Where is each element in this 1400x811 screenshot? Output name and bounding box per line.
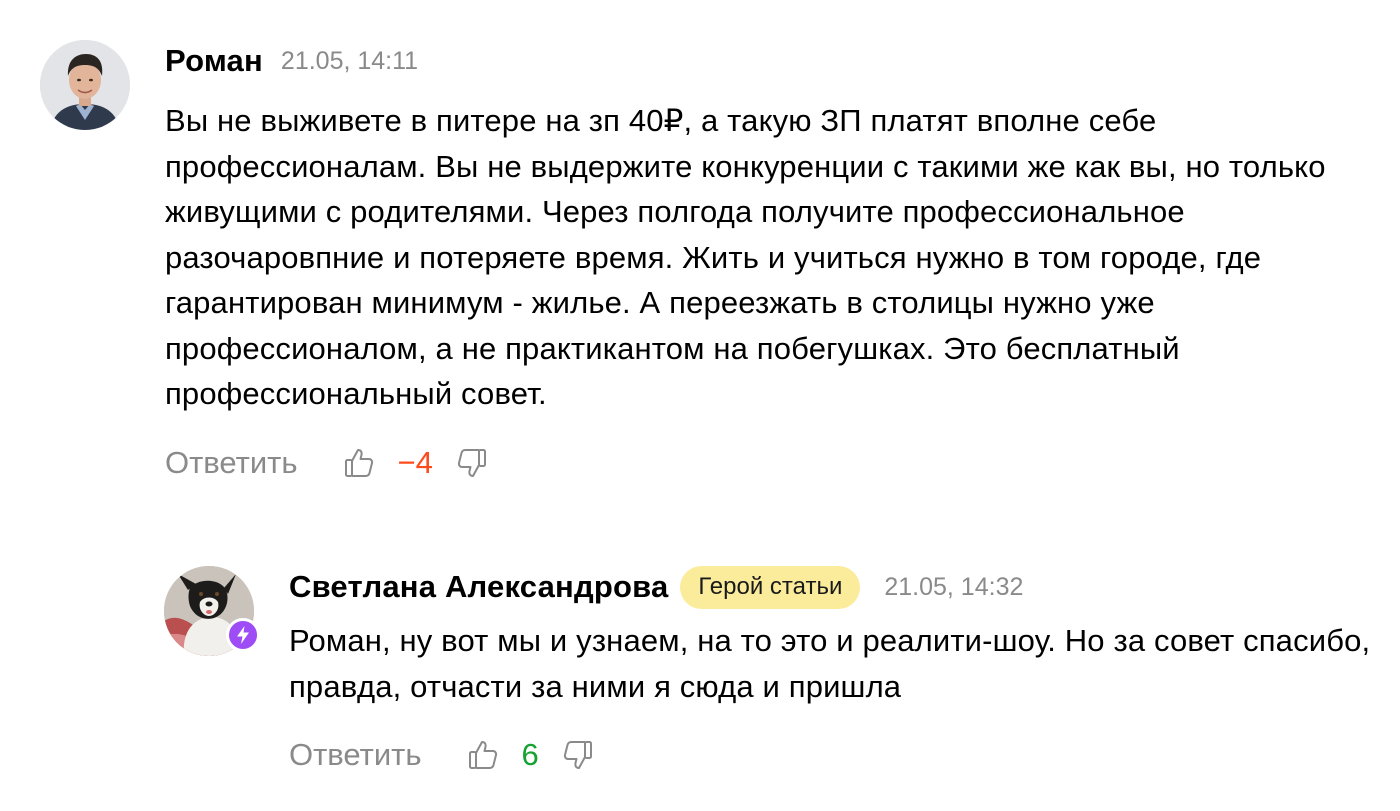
comment-text: Вы не выживете в питере на зп 40₽, а так…: [165, 103, 1326, 411]
avatar[interactable]: [40, 40, 130, 130]
author-name[interactable]: Роман: [165, 43, 263, 79]
thumbs-up-icon[interactable]: [342, 446, 376, 480]
thumbs-up-icon[interactable]: [466, 738, 500, 772]
comment-body: Роман 21.05, 14:11 Вы не выживете в пите…: [165, 40, 1380, 485]
comment-time: 21.05, 14:32: [884, 572, 1024, 601]
comment-text: Роман, ну вот мы и узнаем, на то это и р…: [289, 623, 1371, 704]
author-name[interactable]: Светлана Александрова: [289, 569, 668, 605]
comment-header: Роман 21.05, 14:11: [165, 40, 1380, 82]
reply-button[interactable]: Ответить: [289, 737, 422, 773]
lightning-icon: [226, 618, 260, 652]
thumbs-down-icon[interactable]: [561, 738, 595, 772]
hero-badge: Герой статьи: [680, 565, 861, 609]
reply-button[interactable]: Ответить: [165, 445, 298, 481]
comment-body: Светлана Александрова Герой статьи 21.05…: [289, 565, 1380, 777]
avatar-photo: [40, 40, 130, 130]
avatar[interactable]: [164, 566, 260, 656]
comment-actions: Ответить −4: [165, 441, 1380, 485]
vote-score: −4: [397, 444, 433, 480]
thumbs-down-icon[interactable]: [455, 446, 489, 480]
vote-score: 6: [521, 737, 539, 772]
comment-header: Светлана Александрова Герой статьи 21.05…: [289, 565, 1380, 609]
comment-time: 21.05, 14:11: [280, 46, 419, 75]
comment-actions: Ответить 6: [289, 733, 1380, 777]
